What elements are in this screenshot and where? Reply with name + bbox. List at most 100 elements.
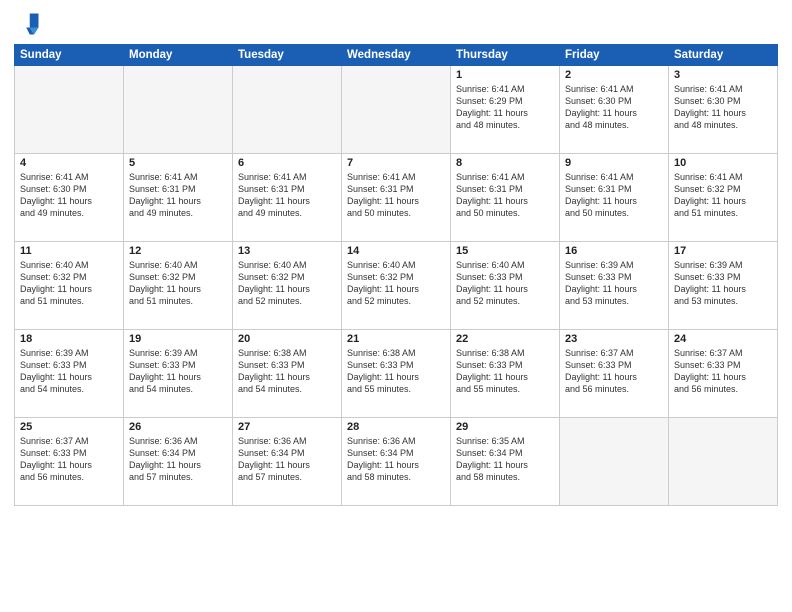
day-number: 19	[129, 333, 227, 345]
calendar-cell	[342, 66, 451, 154]
day-number: 9	[565, 157, 663, 169]
calendar-week-3: 11 Sunrise: 6:40 AM Sunset: 6:32 PM Dayli…	[15, 242, 778, 330]
calendar-cell	[233, 66, 342, 154]
weekday-header-monday: Monday	[124, 45, 233, 66]
calendar-cell: 24Sunrise: 6:37 AM Sunset: 6:33 PM Dayli…	[669, 330, 778, 418]
calendar-cell: 21 Sunrise: 6:38 AM Sunset: 6:33 PM Dayli…	[342, 330, 451, 418]
day-info: Sunrise: 6:35 AM Sunset: 6:34 PM Dayligh…	[456, 435, 554, 484]
calendar-cell: 14Sunrise: 6:40 AM Sunset: 6:32 PM Dayli…	[342, 242, 451, 330]
day-info: Sunrise: 6:41 AM Sunset: 6:30 PM Dayligh…	[565, 83, 663, 132]
day-number: 10	[674, 157, 772, 169]
day-number: 12	[129, 245, 227, 257]
calendar-cell: 26Sunrise: 6:36 AM Sunset: 6:34 PM Dayli…	[124, 418, 233, 506]
calendar-cell: 16 Sunrise: 6:39 AM Sunset: 6:33 PM Dayli…	[560, 242, 669, 330]
calendar-cell	[15, 66, 124, 154]
calendar-cell: 3Sunrise: 6:41 AM Sunset: 6:30 PM Daylig…	[669, 66, 778, 154]
day-info: Sunrise: 6:38 AM Sunset: 6:33 PM Dayligh…	[456, 347, 554, 396]
day-number: 24	[674, 333, 772, 345]
day-info: Sunrise: 6:40 AM Sunset: 6:32 PM Dayligh…	[347, 259, 445, 308]
day-number: 11	[20, 245, 118, 257]
day-info: Sunrise: 6:36 AM Sunset: 6:34 PM Dayligh…	[238, 435, 336, 484]
day-info: Sunrise: 6:41 AM Sunset: 6:29 PM Dayligh…	[456, 83, 554, 132]
day-number: 1	[456, 69, 554, 81]
calendar-table: SundayMondayTuesdayWednesdayThursdayFrid…	[14, 44, 778, 506]
day-number: 4	[20, 157, 118, 169]
calendar-cell: 2 Sunrise: 6:41 AM Sunset: 6:30 PM Daylig…	[560, 66, 669, 154]
generalblue-logo-icon	[14, 10, 42, 38]
day-info: Sunrise: 6:36 AM Sunset: 6:34 PM Dayligh…	[347, 435, 445, 484]
calendar-cell: 8 Sunrise: 6:41 AM Sunset: 6:31 PM Daylig…	[451, 154, 560, 242]
day-info: Sunrise: 6:40 AM Sunset: 6:32 PM Dayligh…	[20, 259, 118, 308]
day-info: Sunrise: 6:40 AM Sunset: 6:33 PM Dayligh…	[456, 259, 554, 308]
day-number: 29	[456, 421, 554, 433]
calendar-cell: 1 Sunrise: 6:41 AM Sunset: 6:29 PM Daylig…	[451, 66, 560, 154]
day-number: 3	[674, 69, 772, 81]
day-info: Sunrise: 6:39 AM Sunset: 6:33 PM Dayligh…	[20, 347, 118, 396]
day-info: Sunrise: 6:41 AM Sunset: 6:31 PM Dayligh…	[347, 171, 445, 220]
day-info: Sunrise: 6:41 AM Sunset: 6:32 PM Dayligh…	[674, 171, 772, 220]
day-number: 15	[456, 245, 554, 257]
calendar-cell: 9 Sunrise: 6:41 AM Sunset: 6:31 PM Daylig…	[560, 154, 669, 242]
calendar-cell: 10 Sunrise: 6:41 AM Sunset: 6:32 PM Dayli…	[669, 154, 778, 242]
calendar-header-row: SundayMondayTuesdayWednesdayThursdayFrid…	[15, 45, 778, 66]
weekday-header-saturday: Saturday	[669, 45, 778, 66]
day-info: Sunrise: 6:38 AM Sunset: 6:33 PM Dayligh…	[238, 347, 336, 396]
day-number: 20	[238, 333, 336, 345]
calendar-cell	[124, 66, 233, 154]
weekday-header-tuesday: Tuesday	[233, 45, 342, 66]
day-number: 27	[238, 421, 336, 433]
calendar-cell: 12Sunrise: 6:40 AM Sunset: 6:32 PM Dayli…	[124, 242, 233, 330]
calendar-cell: 5 Sunrise: 6:41 AM Sunset: 6:31 PM Daylig…	[124, 154, 233, 242]
calendar-cell: 17 Sunrise: 6:39 AM Sunset: 6:33 PM Dayli…	[669, 242, 778, 330]
weekday-header-friday: Friday	[560, 45, 669, 66]
calendar-cell: 19 Sunrise: 6:39 AM Sunset: 6:33 PM Dayli…	[124, 330, 233, 418]
calendar-week-1: 1 Sunrise: 6:41 AM Sunset: 6:29 PM Daylig…	[15, 66, 778, 154]
calendar-cell: 11 Sunrise: 6:40 AM Sunset: 6:32 PM Dayli…	[15, 242, 124, 330]
calendar-cell: 23 Sunrise: 6:37 AM Sunset: 6:33 PM Dayli…	[560, 330, 669, 418]
day-number: 17	[674, 245, 772, 257]
calendar-cell: 27 Sunrise: 6:36 AM Sunset: 6:34 PM Dayli…	[233, 418, 342, 506]
day-info: Sunrise: 6:39 AM Sunset: 6:33 PM Dayligh…	[129, 347, 227, 396]
day-info: Sunrise: 6:40 AM Sunset: 6:32 PM Dayligh…	[238, 259, 336, 308]
day-number: 6	[238, 157, 336, 169]
calendar-cell	[560, 418, 669, 506]
day-number: 23	[565, 333, 663, 345]
day-info: Sunrise: 6:39 AM Sunset: 6:33 PM Dayligh…	[565, 259, 663, 308]
calendar-cell: 29 Sunrise: 6:35 AM Sunset: 6:34 PM Dayli…	[451, 418, 560, 506]
calendar-week-5: 25 Sunrise: 6:37 AM Sunset: 6:33 PM Dayli…	[15, 418, 778, 506]
day-number: 8	[456, 157, 554, 169]
day-number: 13	[238, 245, 336, 257]
weekday-header-wednesday: Wednesday	[342, 45, 451, 66]
day-number: 25	[20, 421, 118, 433]
calendar-cell: 4 Sunrise: 6:41 AM Sunset: 6:30 PM Daylig…	[15, 154, 124, 242]
day-info: Sunrise: 6:38 AM Sunset: 6:33 PM Dayligh…	[347, 347, 445, 396]
page: SundayMondayTuesdayWednesdayThursdayFrid…	[0, 0, 792, 612]
day-number: 21	[347, 333, 445, 345]
day-info: Sunrise: 6:37 AM Sunset: 6:33 PM Dayligh…	[565, 347, 663, 396]
day-number: 2	[565, 69, 663, 81]
calendar-cell	[669, 418, 778, 506]
calendar-cell: 13 Sunrise: 6:40 AM Sunset: 6:32 PM Dayli…	[233, 242, 342, 330]
day-number: 16	[565, 245, 663, 257]
day-info: Sunrise: 6:41 AM Sunset: 6:31 PM Dayligh…	[129, 171, 227, 220]
calendar-cell: 20 Sunrise: 6:38 AM Sunset: 6:33 PM Dayli…	[233, 330, 342, 418]
weekday-header-thursday: Thursday	[451, 45, 560, 66]
day-number: 18	[20, 333, 118, 345]
calendar-week-2: 4 Sunrise: 6:41 AM Sunset: 6:30 PM Daylig…	[15, 154, 778, 242]
calendar-cell: 28Sunrise: 6:36 AM Sunset: 6:34 PM Dayli…	[342, 418, 451, 506]
header	[14, 10, 778, 38]
calendar-cell: 6 Sunrise: 6:41 AM Sunset: 6:31 PM Daylig…	[233, 154, 342, 242]
day-info: Sunrise: 6:41 AM Sunset: 6:31 PM Dayligh…	[238, 171, 336, 220]
day-info: Sunrise: 6:41 AM Sunset: 6:31 PM Dayligh…	[565, 171, 663, 220]
weekday-header-sunday: Sunday	[15, 45, 124, 66]
day-info: Sunrise: 6:37 AM Sunset: 6:33 PM Dayligh…	[20, 435, 118, 484]
day-number: 5	[129, 157, 227, 169]
day-info: Sunrise: 6:41 AM Sunset: 6:31 PM Dayligh…	[456, 171, 554, 220]
calendar-cell: 18 Sunrise: 6:39 AM Sunset: 6:33 PM Dayli…	[15, 330, 124, 418]
calendar-cell: 25 Sunrise: 6:37 AM Sunset: 6:33 PM Dayli…	[15, 418, 124, 506]
day-number: 7	[347, 157, 445, 169]
day-info: Sunrise: 6:41 AM Sunset: 6:30 PM Dayligh…	[20, 171, 118, 220]
day-info: Sunrise: 6:39 AM Sunset: 6:33 PM Dayligh…	[674, 259, 772, 308]
day-number: 22	[456, 333, 554, 345]
day-number: 26	[129, 421, 227, 433]
